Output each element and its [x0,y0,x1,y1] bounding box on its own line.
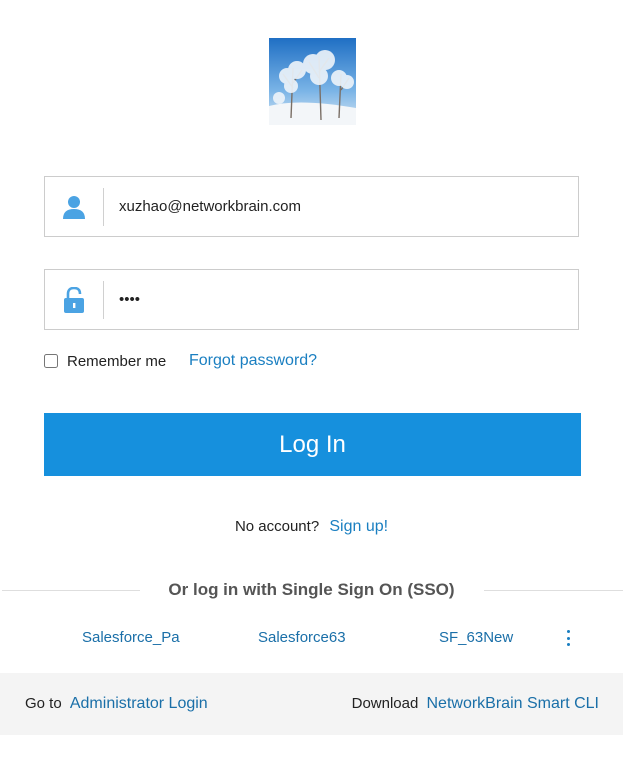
sso-provider-sf-63new[interactable]: SF_63New [439,628,513,648]
username-input[interactable] [119,177,559,236]
field-separator [103,188,104,226]
signup-row: No account? Sign up! [0,515,623,539]
more-vertical-icon[interactable] [564,630,572,646]
username-field[interactable] [44,176,579,237]
remember-label: Remember me [67,352,167,370]
admin-login-row: Go to Administrator Login [25,693,208,715]
password-field[interactable] [44,269,579,330]
forgot-password-link[interactable]: Forgot password? [189,350,317,372]
footer: Go to Administrator Login Download Netwo… [0,673,623,735]
login-button[interactable]: Log In [44,413,581,476]
sso-provider-salesforce-pa[interactable]: Salesforce_Pa [82,628,180,648]
remember-checkbox[interactable] [44,354,58,368]
download-text: Download [351,695,419,712]
remember-me[interactable]: Remember me [44,350,166,372]
logo-image [269,38,356,125]
password-input[interactable] [119,270,559,329]
goto-text: Go to [25,695,62,712]
lock-icon [45,270,103,329]
no-account-text: No account? [234,518,320,535]
administrator-login-link[interactable]: Administrator Login [70,695,208,712]
smart-cli-link[interactable]: NetworkBrain Smart CLI [427,695,600,712]
user-icon [45,177,103,236]
signup-link[interactable]: Sign up! [329,518,388,535]
download-cli-row: Download NetworkBrain Smart CLI [352,693,599,715]
sso-title: Or log in with Single Sign On (SSO) [168,580,455,599]
sso-provider-salesforce63[interactable]: Salesforce63 [258,628,346,648]
field-separator [103,281,104,319]
